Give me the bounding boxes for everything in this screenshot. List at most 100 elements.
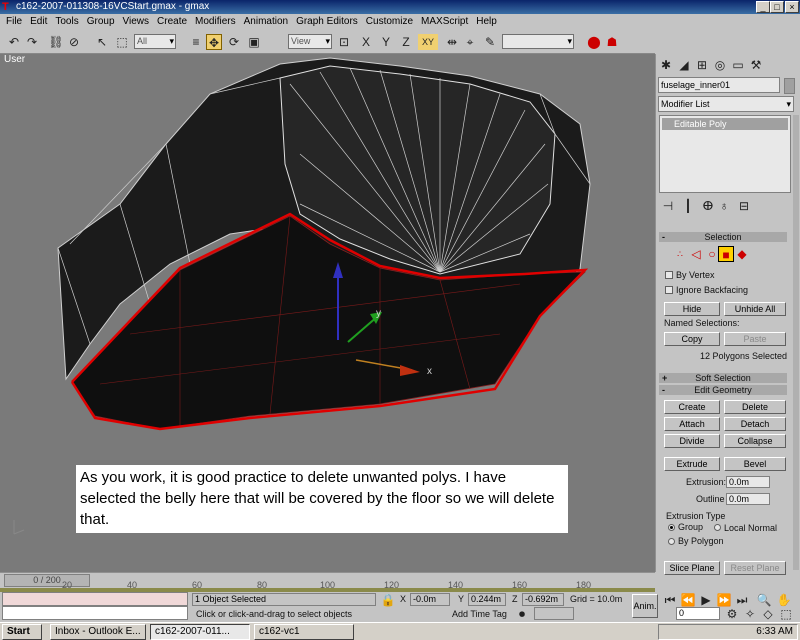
maximize-viewport-icon[interactable]: ⬚ (778, 606, 794, 622)
pin-stack-icon[interactable]: ⊣ (660, 198, 676, 214)
key-mode-icon[interactable]: ⏺ (514, 606, 530, 622)
object-name-field[interactable]: fuselage_inner01 (658, 77, 780, 93)
local-normal-radio[interactable] (714, 524, 721, 531)
lock-selection-icon[interactable]: 🔒 (380, 592, 396, 608)
element-mode-icon[interactable]: ◆ (734, 246, 750, 262)
menu-animation[interactable]: Animation (240, 14, 292, 30)
select-region-icon[interactable]: ⬚ (114, 34, 130, 50)
copy-button[interactable]: Copy (664, 332, 720, 346)
scale-icon[interactable]: ▣ (246, 34, 262, 50)
group-radio[interactable] (668, 524, 675, 531)
task-outlook[interactable]: Inbox - Outlook E... (50, 624, 146, 640)
menu-group[interactable]: Group (83, 14, 119, 30)
utilities-tab-icon[interactable]: ⚒ (748, 57, 764, 73)
create-button[interactable]: Create (664, 400, 720, 414)
attach-button[interactable]: Attach (664, 417, 720, 431)
menu-file[interactable]: File (2, 14, 26, 30)
constrain-y-icon[interactable]: Y (378, 34, 394, 50)
delete-button[interactable]: Delete (724, 400, 786, 414)
align-icon[interactable]: ⌖ (462, 34, 478, 50)
play-icon[interactable]: ▶ (698, 592, 714, 608)
select-by-name-icon[interactable]: ≡ (188, 34, 204, 50)
by-vertex-checkbox[interactable] (665, 271, 673, 279)
object-color-swatch[interactable] (784, 78, 795, 94)
modify-tab-icon[interactable]: ◢ (676, 57, 692, 73)
menu-maxscript[interactable]: MAXScript (417, 14, 472, 30)
edge-mode-icon[interactable]: ◁ (688, 246, 704, 262)
snap-icon[interactable]: ✎ (482, 34, 498, 50)
field-of-view-icon[interactable]: ◇ (760, 606, 776, 622)
menu-modifiers[interactable]: Modifiers (191, 14, 240, 30)
render-teapot-icon[interactable]: ☗ (604, 34, 620, 50)
modifier-list-dropdown[interactable]: Modifier List ▾ (658, 96, 794, 112)
maxscript-listener-top[interactable] (2, 592, 188, 606)
edit-geometry-rollout-header[interactable]: Edit Geometry (659, 385, 787, 395)
z-coord-field[interactable]: -0.692m (522, 593, 564, 606)
move-icon[interactable]: ✥ (206, 34, 222, 50)
divide-button[interactable]: Divide (664, 434, 720, 448)
time-config-icon[interactable]: ⚙ (724, 606, 740, 622)
maxscript-listener-bottom[interactable] (2, 606, 188, 620)
collapse-button[interactable]: Collapse (724, 434, 786, 448)
menu-create[interactable]: Create (153, 14, 191, 30)
vertex-mode-icon[interactable]: ∴ (672, 246, 688, 262)
menu-customize[interactable]: Customize (362, 14, 417, 30)
configure-sets-icon[interactable]: ⊟ (736, 198, 752, 214)
minimize-button[interactable]: _ (756, 1, 770, 13)
current-frame-field[interactable]: 0 (676, 607, 720, 620)
selection-rollout-header[interactable]: Selection (659, 232, 787, 242)
reference-coord-dropdown[interactable]: View (288, 34, 332, 49)
detach-button[interactable]: Detach (724, 417, 786, 431)
named-selection-dropdown[interactable] (502, 34, 574, 49)
panel-scrollbar[interactable] (793, 115, 799, 570)
start-button[interactable]: Start (2, 624, 42, 640)
maximize-button[interactable]: □ (770, 1, 784, 13)
animate-button[interactable]: Anim. (632, 594, 658, 618)
add-time-tag[interactable]: Add Time Tag (452, 609, 507, 620)
polygon-mode-icon[interactable]: ■ (718, 246, 734, 262)
pivot-icon[interactable]: ⊡ (336, 34, 352, 50)
selection-filter-dropdown[interactable]: All (134, 34, 176, 49)
ignore-backfacing-checkbox[interactable] (665, 286, 673, 294)
menu-tools[interactable]: Tools (51, 14, 82, 30)
display-tab-icon[interactable]: ▭ (730, 57, 746, 73)
soft-selection-rollout-header[interactable]: Soft Selection (659, 373, 787, 383)
by-polygon-radio[interactable] (668, 538, 675, 545)
constrain-x-icon[interactable]: X (358, 34, 374, 50)
stack-item-editable-poly[interactable]: Editable Poly (662, 118, 788, 130)
extrusion-spinner[interactable]: 0.0m (726, 476, 770, 488)
bevel-button[interactable]: Bevel (724, 457, 786, 471)
remove-modifier-icon[interactable]: ♁ (716, 198, 732, 214)
mirror-icon[interactable]: ⇹ (444, 34, 460, 50)
create-tab-icon[interactable]: ✱ (658, 57, 674, 73)
undo-icon[interactable]: ↶ (6, 34, 22, 50)
time-config-field[interactable] (534, 607, 574, 620)
rotate-icon[interactable]: ⟳ (226, 34, 242, 50)
menu-help[interactable]: Help (472, 14, 501, 30)
close-button[interactable]: × (785, 1, 799, 13)
reset-plane-button[interactable]: Reset Plane (724, 561, 786, 575)
motion-tab-icon[interactable]: ◎ (712, 57, 728, 73)
menu-graph-editors[interactable]: Graph Editors (292, 14, 362, 30)
previous-frame-icon[interactable]: ⏪ (680, 592, 696, 608)
material-editor-icon[interactable]: ⬤ (586, 34, 602, 50)
hierarchy-tab-icon[interactable]: ⊞ (694, 57, 710, 73)
hide-button[interactable]: Hide (664, 302, 720, 316)
modifier-stack[interactable]: Editable Poly (659, 115, 791, 193)
link-icon[interactable]: ⛓ (48, 34, 64, 50)
menu-views[interactable]: Views (119, 14, 154, 30)
task-folder[interactable]: c162-vc1 (254, 624, 354, 640)
unhide-all-button[interactable]: Unhide All (724, 302, 786, 316)
select-arrow-icon[interactable]: ↖ (94, 34, 110, 50)
redo-icon[interactable]: ↷ (24, 34, 40, 50)
paste-button[interactable]: Paste (724, 332, 786, 346)
menu-edit[interactable]: Edit (26, 14, 51, 30)
constrain-xy-icon[interactable]: XY (418, 34, 438, 50)
outline-spinner[interactable]: 0.0m (726, 493, 770, 505)
show-end-result-icon[interactable]: ┃ (680, 198, 696, 214)
x-coord-field[interactable]: -0.0m (410, 593, 450, 606)
constrain-z-icon[interactable]: Z (398, 34, 414, 50)
unlink-icon[interactable]: ⊘ (66, 34, 82, 50)
task-gmax[interactable]: c162-2007-011... (150, 624, 250, 640)
make-unique-icon[interactable]: ⴲ (700, 198, 716, 214)
